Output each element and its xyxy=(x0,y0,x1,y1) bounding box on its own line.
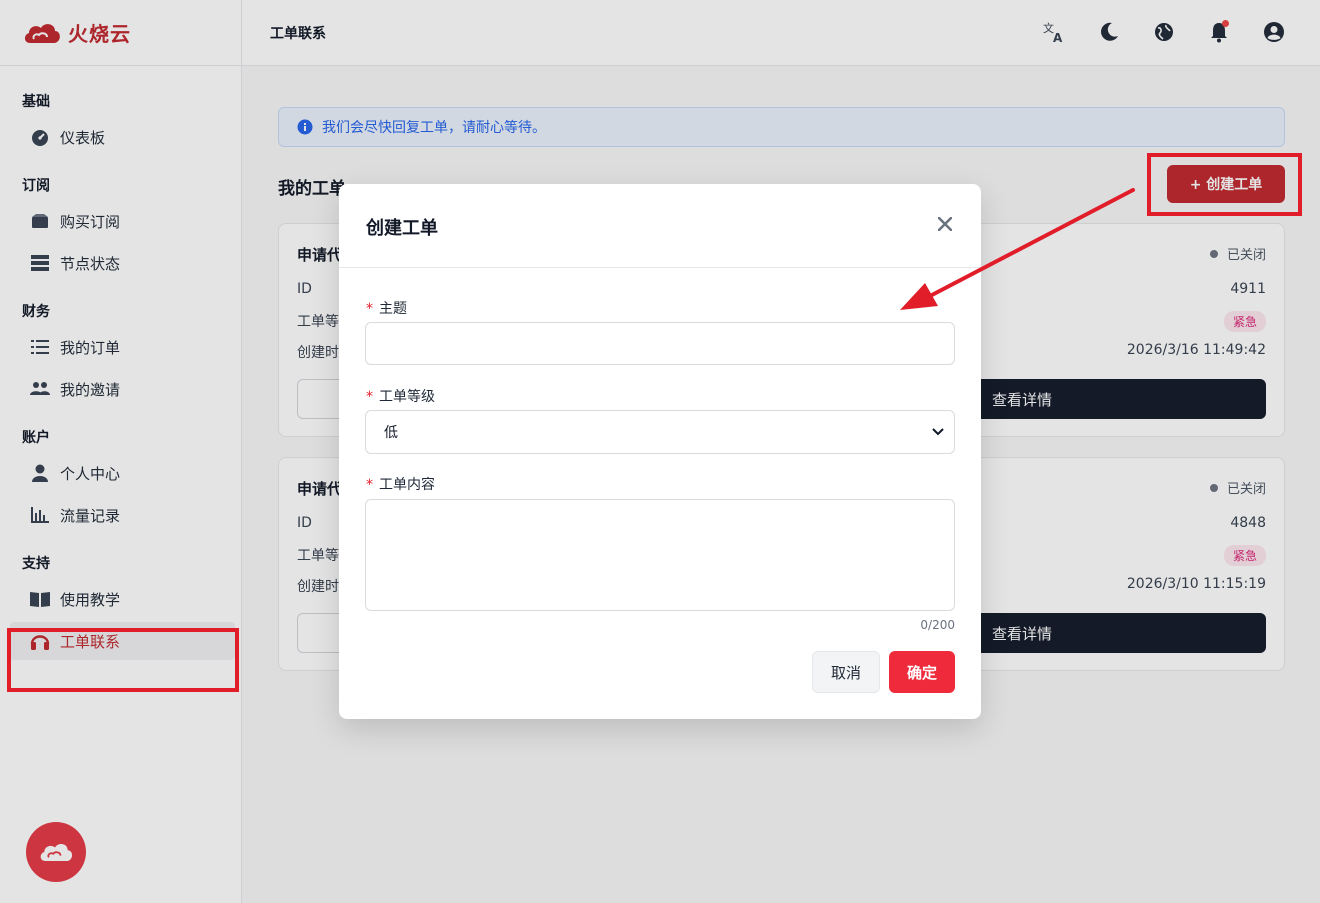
subject-input[interactable] xyxy=(365,322,955,365)
level-label: * 工单等级 xyxy=(366,389,435,405)
chevron-down-icon xyxy=(932,428,944,436)
close-icon[interactable] xyxy=(935,214,955,234)
annotation-highlight-box xyxy=(1147,153,1302,216)
required-mark: * xyxy=(366,389,373,405)
modal-title: 创建工单 xyxy=(366,218,438,239)
content-label: * 工单内容 xyxy=(366,477,435,493)
required-mark: * xyxy=(366,477,373,493)
required-mark: * xyxy=(366,301,373,317)
content-textarea[interactable] xyxy=(365,499,955,611)
cancel-button[interactable]: 取消 xyxy=(812,651,880,693)
level-select[interactable]: 低 xyxy=(365,410,955,454)
confirm-button[interactable]: 确定 xyxy=(889,651,955,693)
modal-header: 创建工单 xyxy=(339,184,981,268)
char-counter: 0/200 xyxy=(920,618,955,632)
create-ticket-modal: 创建工单 * 主题 * 工单等级 低 * 工单内容 0/200 取消 确定 xyxy=(339,184,981,719)
level-select-value: 低 xyxy=(384,425,398,441)
subject-label: * 主题 xyxy=(366,301,407,317)
annotation-highlight-box xyxy=(7,628,239,692)
